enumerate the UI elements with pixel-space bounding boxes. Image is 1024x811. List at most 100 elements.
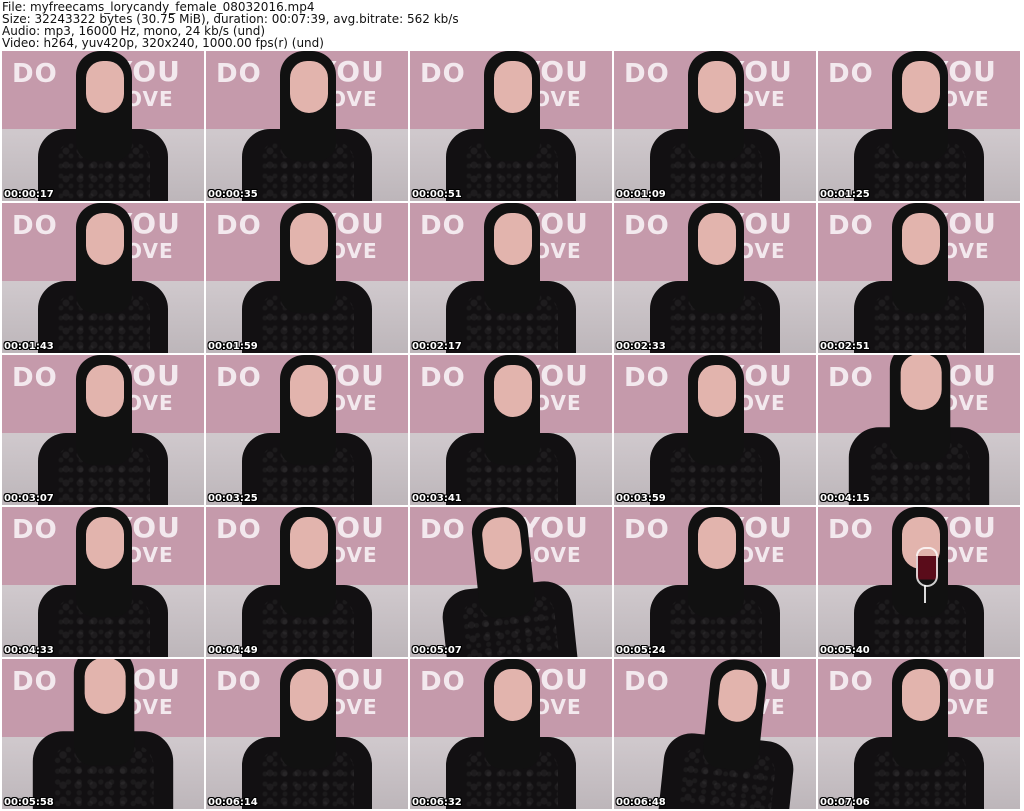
video-thumbnail: DO YOU LOVE 00:00:51 bbox=[410, 51, 612, 201]
video-info-line: Video: h264, yuv420p, 320x240, 1000.00 f… bbox=[2, 36, 324, 50]
thumbnail-timestamp: 00:06:48 bbox=[616, 797, 666, 808]
video-thumbnail: DO YOU LOVE 00:07:06 bbox=[818, 659, 1020, 809]
thumbnail-timestamp: 00:05:58 bbox=[4, 797, 54, 808]
thumbnail-timestamp: 00:07:06 bbox=[820, 797, 870, 808]
person-face bbox=[86, 517, 124, 569]
person-figure bbox=[658, 659, 804, 809]
thumbnail-timestamp: 00:05:40 bbox=[820, 645, 870, 656]
person-face bbox=[902, 213, 940, 265]
video-thumbnail: DO YOU LOVE 00:03:25 bbox=[206, 355, 408, 505]
person-figure bbox=[650, 355, 780, 505]
thumbnail-timestamp: 00:03:25 bbox=[208, 493, 258, 504]
video-thumbnail: DO YOU LOVE 00:01:09 bbox=[614, 51, 816, 201]
thumbnail-timestamp: 00:02:51 bbox=[820, 341, 870, 352]
video-thumbnail: DO YOU LOVE 00:01:43 bbox=[2, 203, 204, 353]
thumbnail-timestamp: 00:02:33 bbox=[616, 341, 666, 352]
person-figure bbox=[854, 659, 984, 809]
thumbnail-timestamp: 00:02:17 bbox=[412, 341, 462, 352]
person-face bbox=[290, 669, 328, 721]
wine-glass-stem bbox=[924, 585, 926, 603]
person-figure bbox=[38, 203, 168, 353]
video-thumbnail: DO YOU LOVE 00:06:48 bbox=[614, 659, 816, 809]
person-face bbox=[698, 61, 736, 113]
person-figure bbox=[854, 51, 984, 201]
person-figure bbox=[650, 51, 780, 201]
video-thumbnail: DO YOU LOVE 00:06:14 bbox=[206, 659, 408, 809]
person-face bbox=[290, 365, 328, 417]
person-face bbox=[902, 61, 940, 113]
person-face bbox=[290, 213, 328, 265]
thumbnail-timestamp: 00:04:15 bbox=[820, 493, 870, 504]
thumbnail-grid: DO YOU LOVE 00:00:17 DO YOU LOVE 00:00:3… bbox=[2, 51, 1022, 809]
person-figure bbox=[446, 203, 576, 353]
video-thumbnail: DO YOU LOVE 00:05:58 bbox=[2, 659, 204, 809]
person-face bbox=[290, 61, 328, 113]
person-figure bbox=[848, 355, 990, 505]
thumbnail-timestamp: 00:03:07 bbox=[4, 493, 54, 504]
video-thumbnail: DO YOU LOVE 00:02:17 bbox=[410, 203, 612, 353]
file-info-header: File: myfreecams_lorycandy_female_080320… bbox=[0, 0, 1024, 50]
person-face bbox=[86, 61, 124, 113]
person-face bbox=[494, 365, 532, 417]
video-thumbnail: DO YOU LOVE 00:04:33 bbox=[2, 507, 204, 657]
thumbnail-timestamp: 00:01:43 bbox=[4, 341, 54, 352]
banner-text-do: DO bbox=[624, 667, 670, 697]
thumbnail-timestamp: 00:04:49 bbox=[208, 645, 258, 656]
person-figure bbox=[38, 51, 168, 201]
person-figure bbox=[446, 659, 576, 809]
wine-glass bbox=[916, 547, 938, 587]
thumbnail-timestamp: 00:06:32 bbox=[412, 797, 462, 808]
thumbnail-timestamp: 00:03:41 bbox=[412, 493, 462, 504]
person-figure bbox=[446, 355, 576, 505]
video-thumbnail: DO YOU LOVE 00:05:40 bbox=[818, 507, 1020, 657]
person-face bbox=[902, 669, 940, 721]
video-thumbnail: DO YOU LOVE 00:00:35 bbox=[206, 51, 408, 201]
video-thumbnail: DO YOU LOVE 00:03:59 bbox=[614, 355, 816, 505]
video-thumbnail: DO YOU LOVE 00:05:07 bbox=[410, 507, 612, 657]
person-face bbox=[84, 659, 126, 714]
person-figure bbox=[242, 51, 372, 201]
person-figure bbox=[650, 507, 780, 657]
video-thumbnail: DO YOU LOVE 00:02:33 bbox=[614, 203, 816, 353]
person-figure bbox=[242, 507, 372, 657]
thumbnail-timestamp: 00:00:17 bbox=[4, 189, 54, 200]
person-figure bbox=[242, 203, 372, 353]
video-thumbnail: DO YOU LOVE 00:03:41 bbox=[410, 355, 612, 505]
thumbnail-timestamp: 00:01:59 bbox=[208, 341, 258, 352]
person-face bbox=[86, 365, 124, 417]
thumbnail-timestamp: 00:01:25 bbox=[820, 189, 870, 200]
thumbnail-timestamp: 00:04:33 bbox=[4, 645, 54, 656]
person-figure bbox=[854, 507, 984, 657]
person-figure bbox=[242, 355, 372, 505]
thumbnail-timestamp: 00:06:14 bbox=[208, 797, 258, 808]
person-figure bbox=[432, 507, 578, 657]
video-thumbnail: DO YOU LOVE 00:05:24 bbox=[614, 507, 816, 657]
thumbnail-timestamp: 00:00:51 bbox=[412, 189, 462, 200]
video-thumbnail: DO YOU LOVE 00:06:32 bbox=[410, 659, 612, 809]
person-face bbox=[494, 213, 532, 265]
video-thumbnail: DO YOU LOVE 00:03:07 bbox=[2, 355, 204, 505]
person-face bbox=[698, 213, 736, 265]
video-thumbnail: DO YOU LOVE 00:02:51 bbox=[818, 203, 1020, 353]
thumbnail-timestamp: 00:05:24 bbox=[616, 645, 666, 656]
person-face bbox=[86, 213, 124, 265]
person-face bbox=[698, 365, 736, 417]
person-figure bbox=[38, 507, 168, 657]
video-thumbnail: DO YOU LOVE 00:00:17 bbox=[2, 51, 204, 201]
person-figure bbox=[32, 659, 174, 809]
person-figure bbox=[446, 51, 576, 201]
person-face bbox=[494, 669, 532, 721]
video-thumbnail: DO YOU LOVE 00:01:59 bbox=[206, 203, 408, 353]
person-face bbox=[494, 61, 532, 113]
person-face bbox=[290, 517, 328, 569]
video-thumbnail: DO YOU LOVE 00:04:15 bbox=[818, 355, 1020, 505]
thumbnail-timestamp: 00:00:35 bbox=[208, 189, 258, 200]
thumbnail-timestamp: 00:03:59 bbox=[616, 493, 666, 504]
video-thumbnail: DO YOU LOVE 00:04:49 bbox=[206, 507, 408, 657]
person-face bbox=[698, 517, 736, 569]
person-figure bbox=[242, 659, 372, 809]
person-face bbox=[900, 355, 942, 410]
thumbnail-timestamp: 00:05:07 bbox=[412, 645, 462, 656]
thumbnail-timestamp: 00:01:09 bbox=[616, 189, 666, 200]
person-figure bbox=[650, 203, 780, 353]
